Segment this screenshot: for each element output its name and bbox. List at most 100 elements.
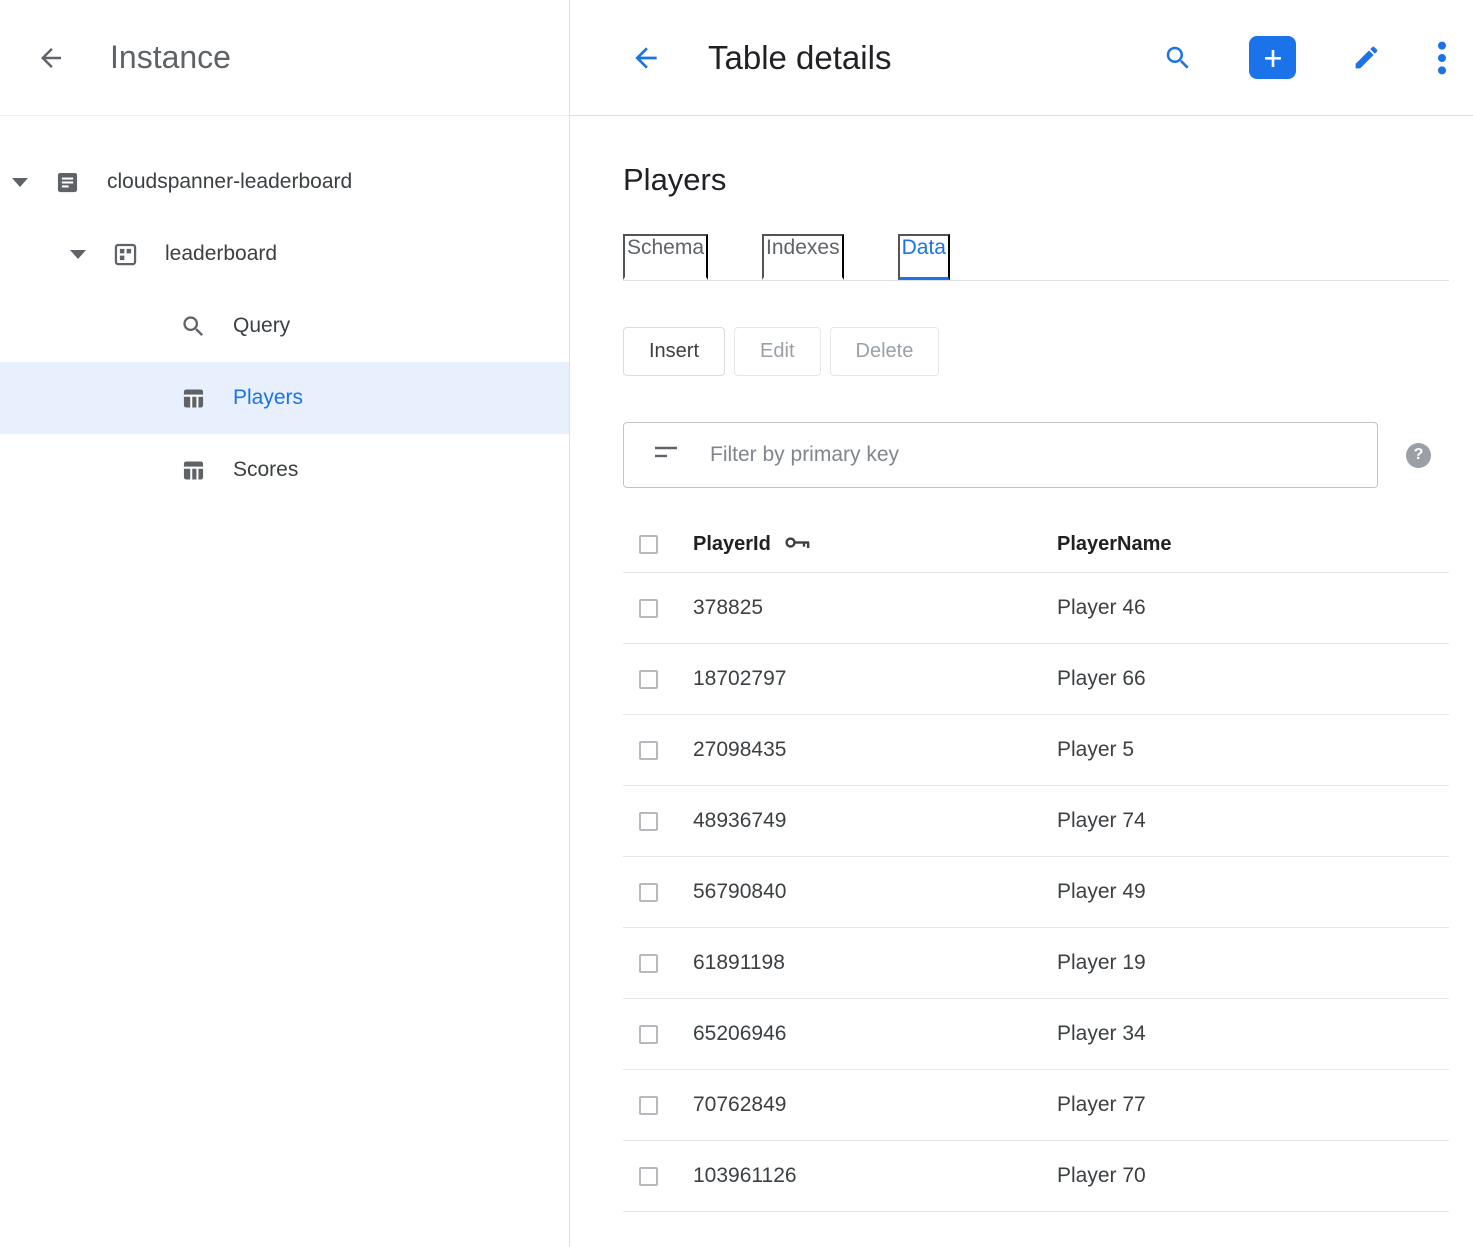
player-id-cell: 70762849 [693, 1093, 1057, 1117]
player-name-cell: Player 49 [1057, 880, 1449, 904]
sidebar-item-players[interactable]: Players [0, 362, 569, 434]
sidebar: Instance cloudspanner-leaderboard leader… [0, 0, 570, 1247]
row-action-buttons: Insert Edit Delete [623, 327, 1449, 376]
player-name-cell: Player 19 [1057, 951, 1449, 975]
row-checkbox[interactable] [639, 670, 658, 689]
sidebar-header: Instance [0, 0, 569, 116]
table-header-row: PlayerId PlayerName [623, 516, 1449, 573]
row-checkbox-cell [623, 883, 693, 902]
filter-box [623, 422, 1378, 488]
row-checkbox-cell [623, 1167, 693, 1186]
player-id-cell: 65206946 [693, 1022, 1057, 1046]
edit-button[interactable]: Edit [734, 327, 820, 376]
edit-pencil-icon[interactable] [1352, 43, 1381, 72]
app-window: Instance cloudspanner-leaderboard leader… [0, 0, 1473, 1247]
table-row[interactable]: 18702797 Player 66 [623, 644, 1449, 715]
player-id-cell: 61891198 [693, 951, 1057, 975]
table-row[interactable]: 70762849 Player 77 [623, 1070, 1449, 1141]
row-checkbox[interactable] [639, 1167, 658, 1186]
main-header: Table details [570, 0, 1473, 116]
back-arrow-icon[interactable] [630, 42, 662, 74]
table-row[interactable]: 378825 Player 46 [623, 573, 1449, 644]
tree-node-database[interactable]: leaderboard [0, 218, 569, 290]
player-id-cell: 56790840 [693, 880, 1057, 904]
row-checkbox-cell [623, 670, 693, 689]
player-id-cell: 18702797 [693, 667, 1057, 691]
table-icon [180, 457, 207, 484]
row-checkbox[interactable] [639, 599, 658, 618]
table-icon [180, 385, 207, 412]
row-checkbox[interactable] [639, 812, 658, 831]
column-header-label: PlayerId [693, 533, 771, 556]
filter-row: ? [623, 422, 1449, 488]
insert-button[interactable]: Insert [623, 327, 725, 376]
filter-input[interactable] [710, 443, 1359, 467]
sidebar-title: Instance [110, 39, 231, 76]
data-table: PlayerId PlayerName 378825 Player 46 187 [623, 516, 1449, 1212]
table-row[interactable]: 103961126 Player 70 [623, 1141, 1449, 1212]
table-body: 378825 Player 46 18702797 Player 66 2709… [623, 573, 1449, 1212]
player-name-cell: Player 5 [1057, 738, 1449, 762]
primary-key-icon [785, 533, 810, 556]
sidebar-item-query[interactable]: Query [0, 290, 569, 362]
database-icon [112, 241, 139, 268]
row-checkbox-cell [623, 599, 693, 618]
row-checkbox-cell [623, 1025, 693, 1044]
table-row[interactable]: 61891198 Player 19 [623, 928, 1449, 999]
navigation-tree: cloudspanner-leaderboard leaderboard Que… [0, 116, 569, 506]
sidebar-item-label: Scores [233, 458, 298, 482]
main-panel: Table details Players Schema [570, 0, 1473, 1247]
delete-button[interactable]: Delete [830, 327, 940, 376]
header-checkbox-cell [623, 535, 693, 554]
instance-icon [54, 169, 81, 196]
player-id-cell: 27098435 [693, 738, 1057, 762]
player-name-cell: Player 46 [1057, 596, 1449, 620]
player-name-cell: Player 66 [1057, 667, 1449, 691]
table-row[interactable]: 27098435 Player 5 [623, 715, 1449, 786]
table-details-content: Players Schema Indexes Data Insert Edit … [570, 116, 1473, 1247]
player-name-cell: Player 34 [1057, 1022, 1449, 1046]
table-row[interactable]: 56790840 Player 49 [623, 857, 1449, 928]
back-arrow-icon[interactable] [36, 43, 66, 73]
tab-bar: Schema Indexes Data [623, 234, 1449, 281]
tab-data[interactable]: Data [898, 234, 950, 280]
row-checkbox[interactable] [639, 1096, 658, 1115]
tab-schema[interactable]: Schema [623, 234, 708, 280]
column-header-label: PlayerName [1057, 533, 1172, 555]
page-title: Players [623, 162, 1449, 198]
help-icon[interactable]: ? [1406, 443, 1431, 468]
player-name-cell: Player 77 [1057, 1093, 1449, 1117]
row-checkbox-cell [623, 954, 693, 973]
row-checkbox-cell [623, 741, 693, 760]
table-row[interactable]: 48936749 Player 74 [623, 786, 1449, 857]
search-icon [180, 313, 207, 340]
sidebar-item-scores[interactable]: Scores [0, 434, 569, 506]
column-header-playerid: PlayerId [693, 533, 1057, 556]
tree-node-instance[interactable]: cloudspanner-leaderboard [0, 146, 569, 218]
sidebar-item-label: Query [233, 314, 290, 338]
player-name-cell: Player 74 [1057, 809, 1449, 833]
tab-indexes[interactable]: Indexes [762, 234, 844, 280]
select-all-checkbox[interactable] [639, 535, 658, 554]
column-header-playername: PlayerName [1057, 533, 1449, 556]
tree-node-label: leaderboard [165, 242, 277, 266]
row-checkbox[interactable] [639, 1025, 658, 1044]
player-id-cell: 48936749 [693, 809, 1057, 833]
sidebar-item-label: Players [233, 386, 303, 410]
overflow-menu-icon[interactable] [1437, 41, 1447, 75]
row-checkbox-cell [623, 1096, 693, 1115]
row-checkbox[interactable] [639, 741, 658, 760]
player-id-cell: 103961126 [693, 1164, 1057, 1188]
search-icon[interactable] [1163, 43, 1193, 73]
row-checkbox[interactable] [639, 954, 658, 973]
tree-node-label: cloudspanner-leaderboard [107, 170, 352, 194]
player-name-cell: Player 70 [1057, 1164, 1449, 1188]
row-checkbox[interactable] [639, 883, 658, 902]
header-actions [1163, 36, 1447, 79]
chevron-down-icon[interactable] [12, 178, 28, 187]
player-id-cell: 378825 [693, 596, 1057, 620]
page-header-title: Table details [708, 39, 891, 77]
chevron-down-icon[interactable] [70, 250, 86, 259]
add-icon[interactable] [1249, 36, 1296, 79]
table-row[interactable]: 65206946 Player 34 [623, 999, 1449, 1070]
